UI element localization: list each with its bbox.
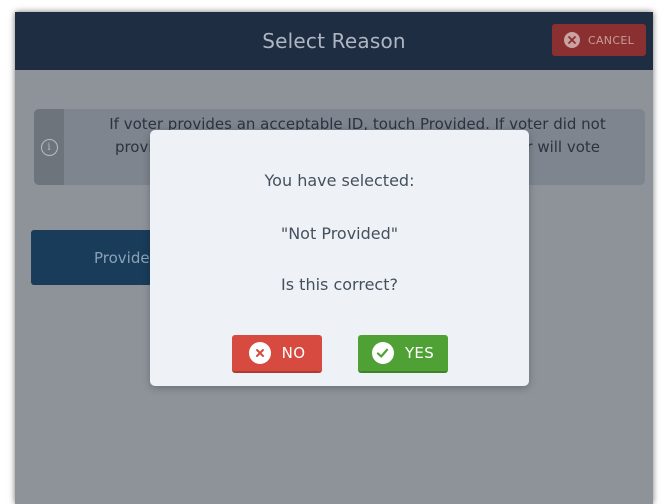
dialog-question: Is this correct? — [281, 275, 398, 294]
app-window: Select Reason CANCEL i If voter provides… — [15, 12, 653, 504]
no-button-label: NO — [281, 344, 306, 362]
no-button[interactable]: NO — [232, 335, 322, 373]
yes-button-label: YES — [404, 344, 435, 362]
info-icon-strip: i — [34, 109, 64, 185]
close-icon — [564, 32, 580, 48]
info-icon: i — [40, 138, 58, 156]
dialog-selection-value: "Not Provided" — [280, 224, 399, 243]
yes-button[interactable]: YES — [358, 335, 448, 373]
dialog-selected-label: You have selected: — [264, 171, 415, 190]
checkmark-icon — [371, 342, 394, 364]
cancel-button-label: CANCEL — [588, 33, 634, 47]
cancel-button[interactable]: CANCEL — [552, 24, 646, 56]
confirm-dialog: You have selected: "Not Provided" Is thi… — [150, 130, 529, 386]
header-bar: Select Reason CANCEL — [15, 12, 653, 70]
close-icon — [248, 342, 271, 364]
